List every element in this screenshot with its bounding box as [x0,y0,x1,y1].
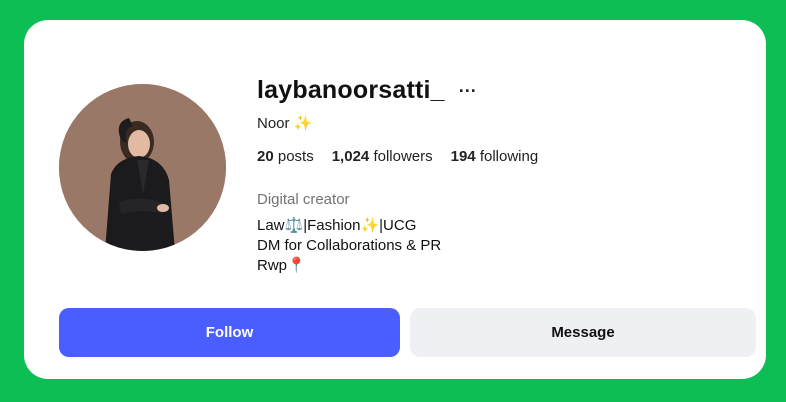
following-stat[interactable]: 194 following [451,148,539,165]
display-name: Noor ✨ [257,115,313,132]
followers-stat[interactable]: 1,024 followers [332,148,433,165]
profile-stats: 20 posts 1,024 followers 194 following [257,148,538,165]
profile-bio: Law⚖️|Fashion✨|UCG DM for Collaborations… [257,216,441,276]
posts-count: 20 [257,148,274,165]
username-row: laybanoorsatti_ ··· [257,76,477,105]
followers-label: followers [373,148,433,165]
profile-category: Digital creator [257,191,350,208]
more-options-icon[interactable]: ··· [459,82,477,100]
following-count: 194 [450,148,476,165]
bio-line: Rwp📍 [257,257,306,274]
profile-avatar[interactable] [59,84,226,251]
profile-card: laybanoorsatti_ ··· Noor ✨ 20 posts 1,02… [24,20,766,379]
username: laybanoorsatti_ [257,76,445,104]
bio-line: DM for Collaborations & PR [257,237,442,254]
bio-line: Law⚖️|Fashion✨|UCG [257,217,417,234]
posts-stat[interactable]: 20 posts [257,148,314,165]
followers-count: 1,024 [331,148,370,165]
message-button[interactable]: Message [410,308,756,357]
follow-button[interactable]: Follow [59,308,400,357]
posts-label: posts [277,148,314,165]
following-label: following [479,148,539,165]
